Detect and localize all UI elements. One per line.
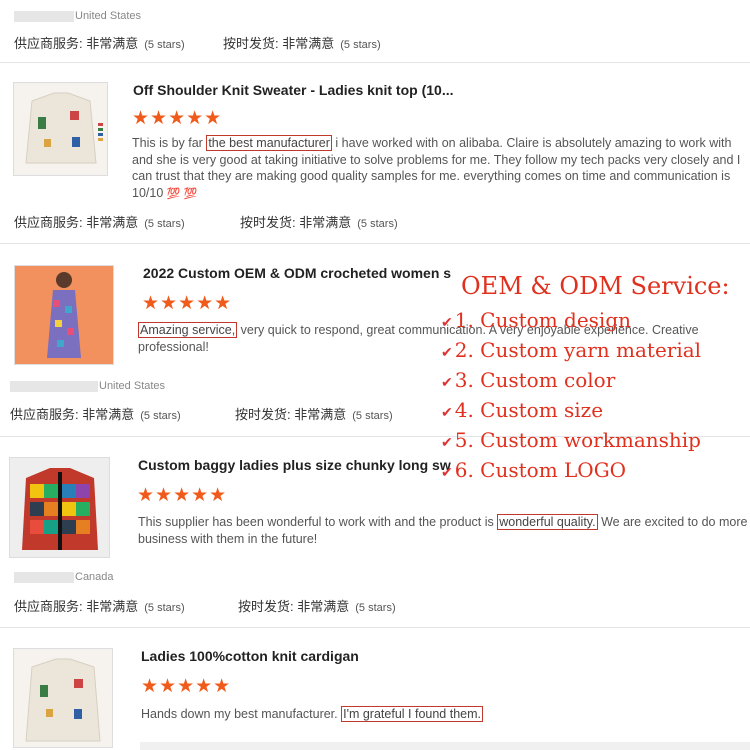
star-rating: ★★★★★ [137,485,228,506]
cotton-cardigan-image [14,649,112,747]
highlighted-phrase: Amazing service, [138,322,238,338]
service-overlay-title: OEM & ODM Service: [461,272,730,300]
supplier-service-rating: 供应商服务: 非常满意 (5 stars) [14,599,185,614]
supplier-service-rating: 供应商服务: 非常满意 (5 stars) [14,36,185,51]
product-thumbnail[interactable] [14,265,114,365]
reviewer-name-redacted [10,380,98,392]
service-item: ✔ 4. Custom size [441,398,604,422]
service-item: ✔ 2. Custom yarn material [441,338,702,362]
product-thumbnail[interactable] [9,457,110,558]
check-icon: ✔ [441,345,453,361]
check-icon: ✔ [441,315,453,331]
next-review-edge [140,742,750,750]
service-item: ✔ 3. Custom color [441,368,616,392]
star-rating: ★★★★★ [141,676,232,697]
reviewer-name-redacted [14,10,74,22]
on-time-delivery-rating: 按时发货: 非常满意 (5 stars) [223,36,381,51]
review-text: Hands down my best manufacturer. I'm gra… [141,706,483,722]
product-thumbnail[interactable] [13,648,113,748]
check-icon: ✔ [441,405,453,421]
highlighted-phrase: wonderful quality. [497,514,598,530]
check-icon: ✔ [441,375,453,391]
service-item: ✔ 1. Custom design [441,308,632,332]
patchwork-cardigan-image [10,458,109,557]
product-title[interactable]: Custom baggy ladies plus size chunky lon… [138,457,463,473]
review-divider [0,627,750,628]
review-divider [0,243,750,244]
reviewer-name-redacted [14,571,74,583]
service-item: ✔ 5. Custom workmanship [441,428,701,452]
reviewer-country: United States [14,10,141,22]
crochet-dress-image [15,266,113,364]
service-item: ✔ 6. Custom LOGO [441,458,627,482]
supplier-service-rating: 供应商服务: 非常满意 (5 stars) [10,407,181,422]
hundred-emoji-icon: 💯 💯 [166,187,198,200]
star-rating: ★★★★★ [132,108,223,129]
on-time-delivery-rating: 按时发货: 非常满意 (5 stars) [240,215,398,230]
reviewer-country: Canada [14,571,114,583]
reviewer-country: United States [10,380,165,392]
product-title[interactable]: Ladies 100%cotton knit cardigan [141,648,461,664]
review-text: This supplier has been wonderful to work… [138,514,748,546]
highlighted-phrase: the best manufacturer [206,135,332,151]
check-icon: ✔ [441,435,453,451]
on-time-delivery-rating: 按时发货: 非常满意 (5 stars) [235,407,393,422]
cardigan-image [14,83,107,175]
product-title[interactable]: Off Shoulder Knit Sweater - Ladies knit … [133,82,453,98]
product-thumbnail[interactable] [13,82,108,176]
supplier-service-rating: 供应商服务: 非常满意 (5 stars) [14,215,185,230]
highlighted-phrase: I'm grateful I found them. [341,706,483,722]
product-title[interactable]: 2022 Custom OEM & ODM crocheted women s [143,265,468,281]
on-time-delivery-rating: 按时发货: 非常满意 (5 stars) [238,599,396,614]
review-divider [0,62,750,63]
check-icon: ✔ [441,465,453,481]
star-rating: ★★★★★ [142,293,233,314]
review-text: This is by far the best manufacturer i h… [132,135,741,200]
